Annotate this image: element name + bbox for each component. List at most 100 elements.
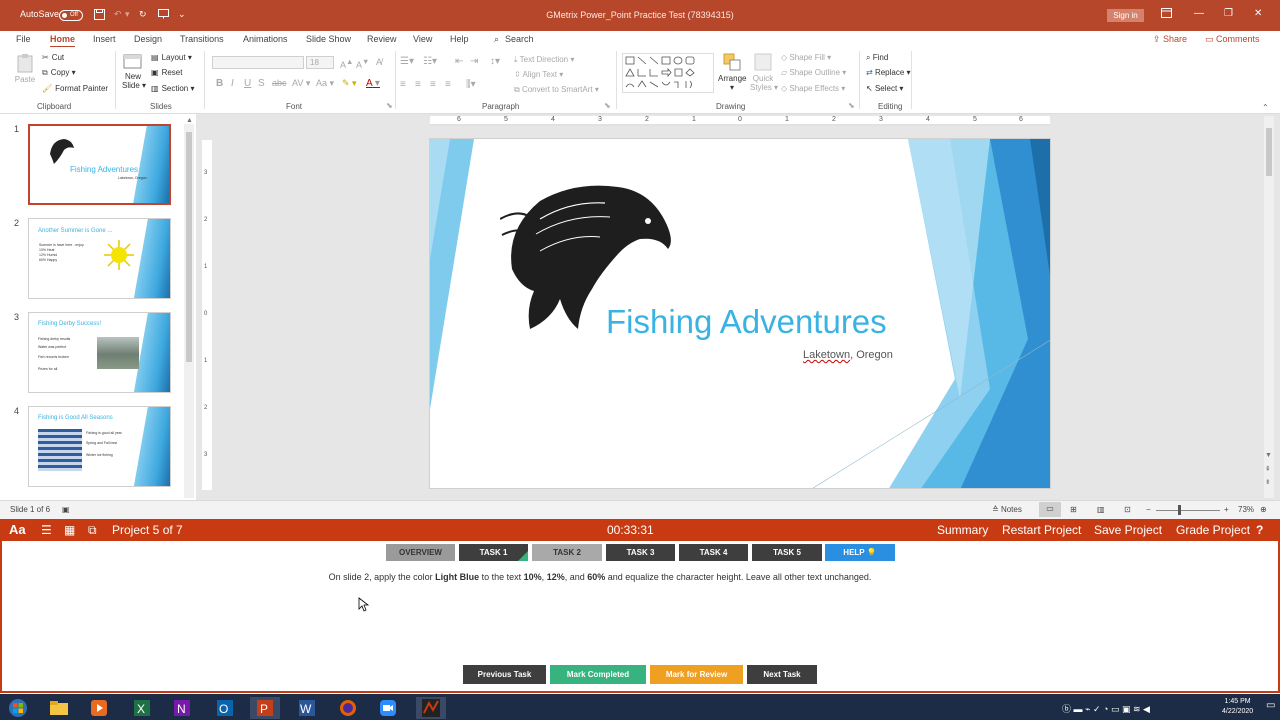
slide-thumbnail-4[interactable]: Fishing is Good All Seasons Fishing is g… [28, 406, 171, 487]
align-left-icon[interactable]: ≡ [400, 79, 406, 90]
tab-task-4[interactable]: TASK 4 [679, 544, 748, 561]
tab-help[interactable]: HELP 💡 [825, 544, 895, 561]
new-slide-button[interactable]: New Slide ▾ [122, 52, 146, 90]
slide-scroll-thumb[interactable] [1266, 128, 1272, 176]
zoom-level[interactable]: 73% [1238, 505, 1254, 514]
display-icon[interactable]: ▭ [1111, 704, 1122, 714]
file-explorer-icon[interactable] [44, 697, 74, 719]
shrink-font-icon[interactable]: A▼ [356, 57, 369, 70]
collapse-ribbon-icon[interactable]: ⌃ [1262, 103, 1269, 112]
shapes-gallery[interactable] [622, 53, 714, 93]
notes-button[interactable]: ≙ Notes [992, 505, 1022, 514]
slideshow-view-icon[interactable]: ⊡ [1124, 505, 1131, 514]
tab-task-2[interactable]: TASK 2 [532, 544, 602, 561]
line-spacing-icon[interactable]: ↕▾ [490, 56, 500, 67]
reset-button[interactable]: ▣ Reset [151, 68, 182, 77]
gmetrix-icon[interactable] [416, 697, 446, 719]
restore-icon[interactable]: ❐ [1224, 8, 1233, 19]
spellcheck-icon[interactable]: ▣ [62, 505, 70, 514]
shape-fill-button[interactable]: ◇ Shape Fill ▾ [781, 53, 831, 62]
ribbon-display-icon[interactable] [1161, 8, 1172, 21]
shape-outline-button[interactable]: ▱ Shape Outline ▾ [781, 68, 846, 77]
increase-indent-icon[interactable]: ⇥ [470, 56, 478, 67]
tab-task-3[interactable]: TASK 3 [606, 544, 675, 561]
next-slide-icon[interactable]: ⇟ [1265, 478, 1271, 486]
tab-help[interactable]: Help [450, 34, 469, 44]
clear-formatting-icon[interactable]: A̸ [376, 57, 382, 67]
search-box[interactable]: ⌕ Search [494, 34, 534, 45]
highlight-icon[interactable]: ✎ ▾ [342, 78, 357, 89]
speaker-icon[interactable]: ◀ [1143, 704, 1150, 714]
zoom-slider-thumb[interactable] [1178, 505, 1181, 515]
cut-button[interactable]: ✂ Cut [42, 53, 64, 62]
bold-icon[interactable]: B [216, 78, 223, 89]
change-case-icon[interactable]: Aa ▾ [316, 78, 334, 89]
zoom-out-icon[interactable]: − [1146, 505, 1151, 514]
tab-design[interactable]: Design [134, 34, 162, 44]
find-button[interactable]: ⌕ Find [866, 53, 888, 63]
slide-thumbnail-3[interactable]: Fishing Derby Success! Fishing derby res… [28, 312, 171, 393]
previous-task-button[interactable]: Previous Task [463, 665, 546, 684]
slide-sorter-icon[interactable]: ⊞ [1070, 505, 1077, 514]
list-icon[interactable]: ☰ [41, 523, 52, 537]
zoom-in-icon[interactable]: + [1224, 505, 1229, 514]
excel-icon[interactable]: X [127, 697, 157, 719]
tab-file[interactable]: File [16, 34, 31, 44]
firefox-icon[interactable] [333, 697, 363, 719]
tray-overflow-icon[interactable]: ▬ [1074, 704, 1086, 714]
share-button[interactable]: ⇪ Share [1153, 34, 1187, 45]
columns-icon[interactable]: ⫼▾ [466, 79, 476, 90]
help-icon[interactable]: ? [1256, 523, 1263, 537]
save-project-button[interactable]: Save Project [1094, 523, 1162, 537]
fit-slide-icon[interactable]: ⊕ [1260, 505, 1267, 514]
character-spacing-icon[interactable]: AV ▾ [292, 78, 310, 89]
align-right-icon[interactable]: ≡ [430, 79, 436, 90]
calculator-icon[interactable]: ▦ [64, 523, 75, 537]
system-tray[interactable]: ⓑ ▬ ⌁ ✓ ◔ ▭ ▣ ≋ ◀ [1062, 702, 1150, 715]
thumbnail-scroll-thumb[interactable] [186, 132, 192, 362]
tab-home[interactable]: Home [50, 34, 76, 48]
slide-canvas[interactable]: Fishing Adventures Laketown, Oregon [429, 138, 1051, 489]
font-size-input[interactable]: 18 [306, 56, 334, 69]
shape-effects-button[interactable]: ◇ Shape Effects ▾ [781, 84, 845, 93]
tab-overview[interactable]: OVERVIEW [386, 544, 455, 561]
network-icon[interactable]: ⌁ [1085, 704, 1093, 714]
align-center-icon[interactable]: ≡ [415, 79, 421, 90]
numbering-icon[interactable]: ☷▾ [423, 56, 437, 67]
summary-button[interactable]: Summary [937, 523, 988, 537]
powerpoint-icon[interactable]: P [250, 697, 280, 719]
previous-slide-icon[interactable]: ⇞ [1265, 465, 1271, 473]
wifi-icon[interactable]: ≋ [1133, 704, 1143, 714]
minimize-icon[interactable]: — [1194, 8, 1204, 19]
tab-slide-show[interactable]: Slide Show [306, 34, 351, 44]
align-text-button[interactable]: ⇳ Align Text ▾ [514, 70, 563, 79]
tab-task-1[interactable]: TASK 1 [459, 544, 528, 561]
font-dialog-icon[interactable]: ⬊ [386, 101, 393, 110]
tab-task-5[interactable]: TASK 5 [752, 544, 822, 561]
outlook-icon[interactable]: O [210, 697, 240, 719]
tab-transitions[interactable]: Transitions [180, 34, 224, 44]
onenote-icon[interactable]: N [167, 697, 197, 719]
drawing-dialog-icon[interactable]: ⬊ [848, 101, 855, 110]
format-painter-button[interactable]: 🖌 Format Painter [42, 84, 108, 93]
mark-completed-button[interactable]: Mark Completed [550, 665, 646, 684]
notifications-icon[interactable]: ▭ [1266, 700, 1275, 711]
pdf-icon[interactable]: ▣ [1122, 704, 1133, 714]
grade-project-button[interactable]: Grade Project [1176, 523, 1250, 537]
bullets-icon[interactable]: ☰▾ [400, 56, 414, 67]
grow-font-icon[interactable]: A▲ [340, 57, 353, 70]
tab-insert[interactable]: Insert [93, 34, 116, 44]
window-icon[interactable]: ⧉ [88, 523, 97, 538]
italic-icon[interactable]: I [231, 78, 234, 89]
tab-view[interactable]: View [413, 34, 432, 44]
system-clock[interactable]: 1:45 PM 4/22/2020 [1222, 697, 1253, 717]
text-direction-button[interactable]: ⤓ Text Direction ▾ [514, 55, 574, 65]
start-icon[interactable] [3, 697, 33, 719]
shadow-icon[interactable]: S [258, 78, 265, 89]
security-icon[interactable]: ✓ [1093, 704, 1103, 714]
decrease-indent-icon[interactable]: ⇤ [455, 56, 463, 67]
word-icon[interactable]: W [292, 697, 322, 719]
arrange-button[interactable]: Arrange ▾ [718, 52, 746, 92]
zoom-slider[interactable] [1156, 510, 1220, 511]
replace-button[interactable]: ⇄ Replace ▾ [866, 68, 911, 77]
